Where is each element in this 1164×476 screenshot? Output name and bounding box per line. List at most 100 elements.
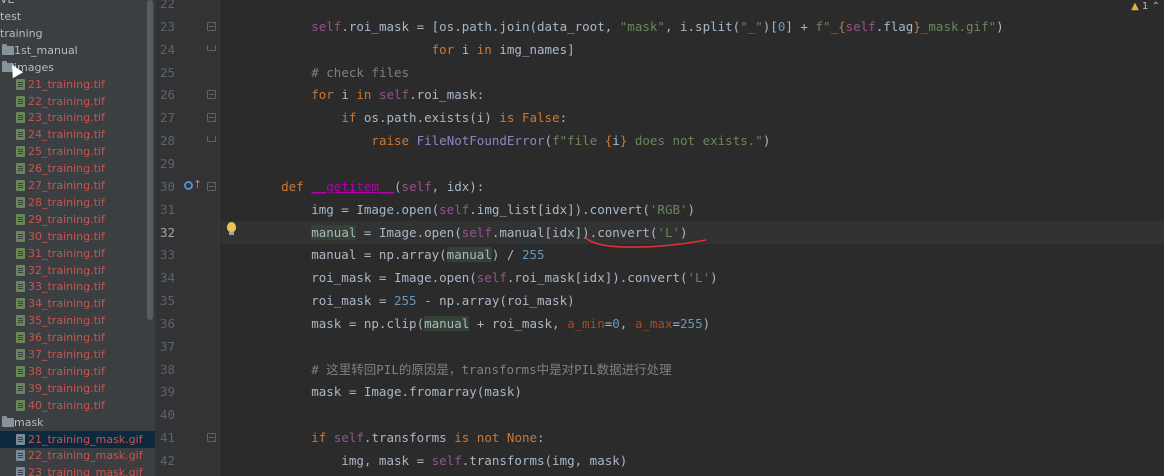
tree-item-label: 23_training_mask.gif	[28, 466, 143, 476]
line-number: 26	[159, 87, 175, 103]
intention-bulb-icon[interactable]	[227, 222, 236, 235]
tree-item[interactable]: 37_training.tif	[0, 346, 155, 363]
tif-file-icon	[16, 298, 25, 310]
tree-item-label: 39_training.tif	[28, 381, 105, 395]
code-line[interactable]	[221, 335, 1164, 358]
code-line[interactable]: def __getitem__(self, idx):	[221, 175, 1164, 198]
tree-item[interactable]: images	[0, 59, 155, 76]
tree-item-label: 40_training.tif	[28, 398, 105, 412]
code-line[interactable]	[221, 0, 1164, 15]
tree-item-label: 34_training.tif	[28, 297, 105, 311]
code-line[interactable]: self.roi_mask = [os.path.join(data_root,…	[221, 15, 1164, 38]
tree-item[interactable]: 26_training.tif	[0, 160, 155, 177]
tree-item[interactable]: 1st_manual	[0, 42, 155, 59]
line-number: 37	[159, 338, 175, 354]
tree-item-label: 26_training.tif	[28, 162, 105, 176]
override-marker-icon[interactable]	[184, 181, 193, 190]
tree-item[interactable]: 22_training.tif	[0, 93, 155, 110]
warning-icon: ▲	[1131, 1, 1139, 12]
tree-item[interactable]: 28_training.tif	[0, 194, 155, 211]
fold-marker-icon[interactable]	[207, 21, 216, 31]
line-number: 29	[159, 155, 175, 171]
tree-item-label: 33_training.tif	[28, 280, 105, 294]
override-arrow-icon: ↑	[193, 178, 203, 191]
tif-file-icon	[16, 315, 25, 327]
line-number: 28	[159, 133, 175, 149]
line-number: 42	[159, 453, 175, 468]
line-number: 24	[159, 41, 175, 57]
line-number: 36	[159, 315, 175, 331]
line-number: 34	[159, 270, 175, 286]
code-editor[interactable]: self.roi_mask = [os.path.join(data_root,…	[221, 0, 1164, 476]
tree-item[interactable]: test	[0, 8, 155, 25]
tif-file-icon	[16, 264, 25, 276]
tree-item[interactable]: 23_training_mask.gif	[0, 464, 155, 476]
tree-item[interactable]: 21_training.tif	[0, 76, 155, 93]
code-line[interactable]: roi_mask = 255 - np.array(roi_mask)	[221, 289, 1164, 312]
tree-item[interactable]: 21_training_mask.gif	[0, 430, 155, 448]
project-tree-panel: VEtesttraining1st_manualimages21_trainin…	[0, 0, 155, 476]
tree-item[interactable]: 32_training.tif	[0, 262, 155, 279]
code-line[interactable]	[221, 403, 1164, 426]
code-line[interactable]: mask = np.clip(manual + roi_mask, a_min=…	[221, 312, 1164, 335]
tree-scrollbar[interactable]	[147, 0, 153, 320]
line-number: 27	[159, 110, 175, 126]
code-line[interactable]: manual = Image.open(self.manual[idx]).co…	[221, 220, 1164, 244]
line-number: 35	[159, 293, 175, 309]
tree-item-label: mask	[14, 415, 44, 429]
tif-file-icon	[16, 129, 25, 141]
tree-item-label: 22_training_mask.gif	[28, 449, 143, 463]
fold-marker-icon[interactable]	[207, 136, 216, 143]
code-line[interactable]: img = Image.open(self.img_list[idx]).con…	[221, 198, 1164, 221]
code-line[interactable]: for i in img_names]	[221, 38, 1164, 61]
fold-marker-icon[interactable]	[207, 113, 216, 123]
tree-row-partial[interactable]: VE	[0, 0, 155, 8]
tree-item[interactable]: 33_training.tif	[0, 278, 155, 295]
code-line[interactable]: # 这里转回PIL的原因是，transforms中是对PIL数据进行处理	[221, 358, 1164, 381]
tree-item[interactable]: mask	[0, 414, 155, 431]
code-line[interactable]: roi_mask = Image.open(self.roi_mask[idx]…	[221, 266, 1164, 289]
tif-file-icon	[16, 163, 25, 175]
line-number: 32	[159, 224, 175, 240]
code-line[interactable]: # check files	[221, 61, 1164, 84]
line-number: 25	[159, 64, 175, 80]
code-line[interactable]: img, mask = self.transforms(img, mask)	[221, 449, 1164, 472]
tree-item[interactable]: 31_training.tif	[0, 245, 155, 262]
tree-item-label: 1st_manual	[14, 43, 78, 57]
tree-item-label: 22_training.tif	[28, 94, 105, 108]
tree-item[interactable]: 23_training.tif	[0, 109, 155, 126]
code-line[interactable]: mask = Image.fromarray(mask)	[221, 380, 1164, 403]
tree-item[interactable]: 30_training.tif	[0, 228, 155, 245]
tree-row-label: VE	[0, 0, 14, 8]
fold-marker-icon[interactable]	[207, 90, 216, 100]
fold-marker-icon[interactable]	[207, 44, 216, 51]
code-line[interactable]: if self.transforms is not None:	[221, 426, 1164, 449]
inspection-widget[interactable]: ▲ 1 ⌃	[1131, 1, 1160, 13]
fold-marker-icon[interactable]	[207, 433, 216, 443]
code-line[interactable]: raise FileNotFoundError(f"file {i} does …	[221, 129, 1164, 152]
tree-item[interactable]: 38_training.tif	[0, 363, 155, 380]
tif-file-icon	[16, 247, 25, 259]
fold-marker-icon[interactable]	[207, 181, 216, 191]
tree-item[interactable]: 29_training.tif	[0, 211, 155, 228]
tree-item[interactable]: 35_training.tif	[0, 312, 155, 329]
tif-file-icon	[16, 281, 25, 293]
tree-item[interactable]: 40_training.tif	[0, 397, 155, 414]
code-line[interactable]: for i in self.roi_mask:	[221, 83, 1164, 106]
code-line[interactable]	[221, 152, 1164, 175]
tree-item[interactable]: 25_training.tif	[0, 143, 155, 160]
tree-item[interactable]: 27_training.tif	[0, 177, 155, 194]
tree-item[interactable]: 22_training_mask.gif	[0, 447, 155, 464]
tif-file-icon	[16, 382, 25, 394]
tree-item[interactable]: 24_training.tif	[0, 126, 155, 143]
tree-item[interactable]: 34_training.tif	[0, 295, 155, 312]
line-number: 30	[159, 178, 175, 194]
tree-item-label: training	[0, 26, 43, 40]
tree-item[interactable]: 36_training.tif	[0, 329, 155, 346]
code-line[interactable]: manual = np.array(manual) / 255	[221, 243, 1164, 266]
tree-item[interactable]: training	[0, 25, 155, 42]
tree-item[interactable]: 39_training.tif	[0, 380, 155, 397]
line-number: 23	[159, 18, 175, 34]
code-line[interactable]: if os.path.exists(i) is False:	[221, 106, 1164, 129]
tree-item-label: 21_training.tif	[28, 77, 105, 91]
